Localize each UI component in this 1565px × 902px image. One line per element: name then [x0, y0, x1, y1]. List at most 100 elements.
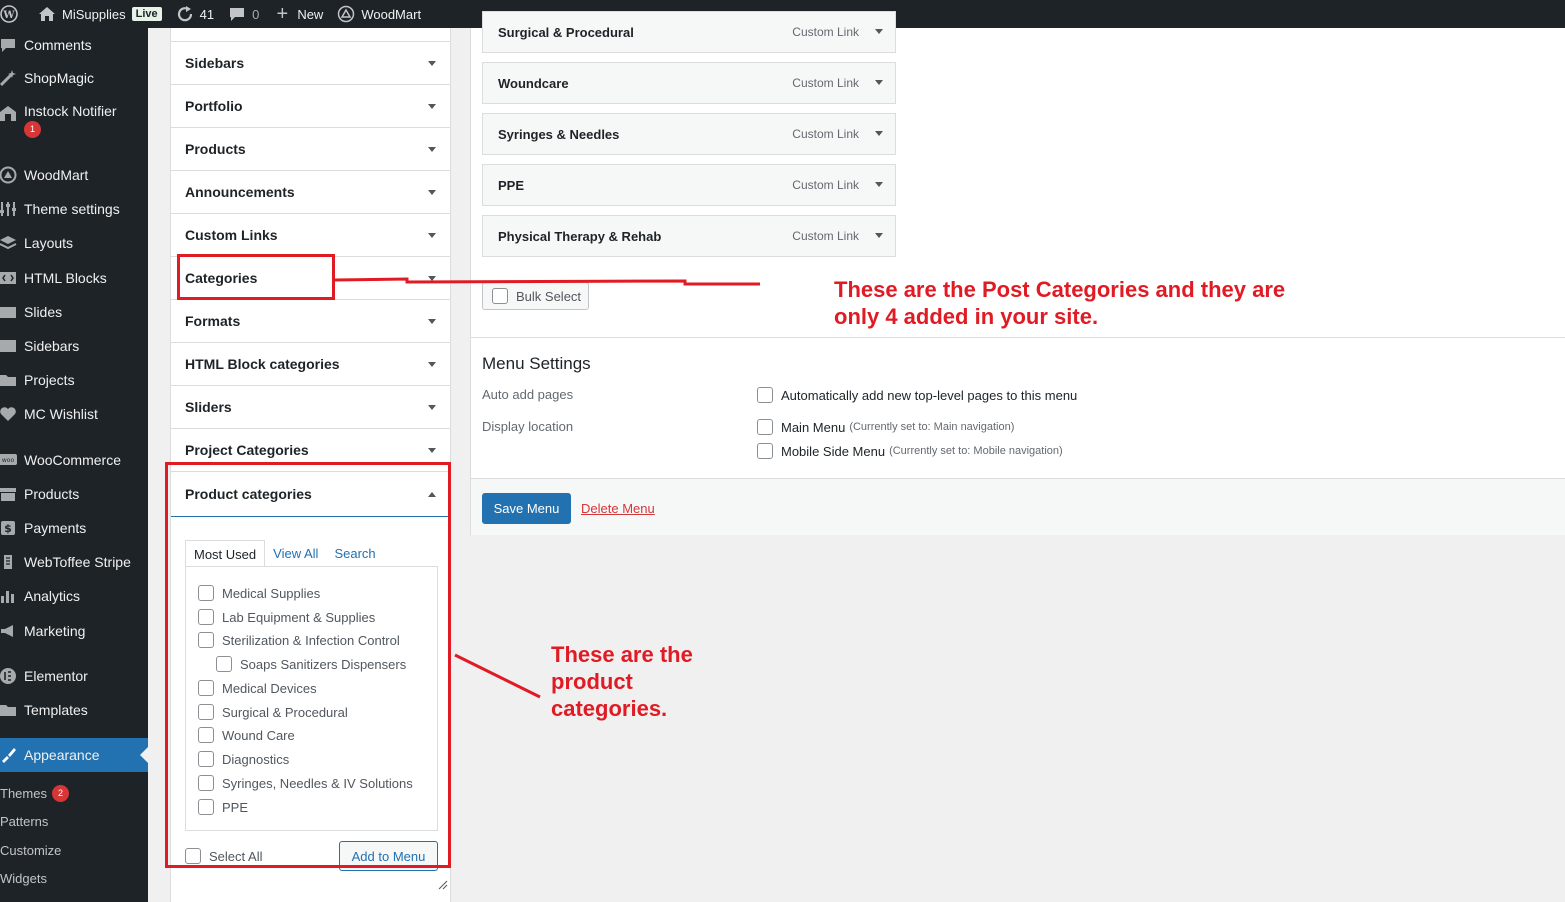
wand-icon: [0, 68, 18, 88]
sidebar-item-html-blocks[interactable]: HTML Blocks: [0, 261, 148, 295]
chevron-down-icon: [428, 447, 436, 453]
sidebar-item-label: Marketing: [24, 623, 86, 639]
chevron-down-icon[interactable]: [875, 131, 883, 136]
chevron-down-icon: [428, 189, 436, 195]
delete-menu-link[interactable]: Delete Menu: [581, 501, 655, 516]
sidebar-item-label: Products: [24, 486, 80, 502]
new-label: New: [297, 6, 324, 22]
woodmart-link[interactable]: WoodMart: [330, 0, 428, 28]
submenu-item-themes[interactable]: Themes 2: [0, 782, 69, 804]
annotation-product-categories: These are the product categories.: [551, 642, 693, 721]
save-menu-button[interactable]: Save Menu: [482, 493, 571, 524]
accordion-section-formats[interactable]: Formats: [171, 300, 450, 343]
chevron-down-icon[interactable]: [875, 29, 883, 34]
woodmart-icon: [337, 5, 355, 23]
menu-item-type: Custom Link: [792, 229, 859, 243]
sidebar-item-webtoffee-stripe[interactable]: WebToffee Stripe: [0, 545, 148, 579]
menu-item-row[interactable]: Woundcare Custom Link: [482, 62, 896, 104]
home-icon: [38, 5, 56, 23]
sidebar-item-products[interactable]: Products: [0, 477, 148, 511]
sidebar-item-label: Payments: [24, 520, 87, 536]
chevron-down-icon: [428, 404, 436, 410]
stripe-icon: [0, 552, 18, 572]
accordion-section-title: Formats: [185, 313, 241, 329]
checkbox[interactable]: [757, 419, 773, 435]
chevron-down-icon[interactable]: [875, 80, 883, 85]
submenu-item-patterns[interactable]: Patterns: [0, 810, 48, 832]
layers-icon: [0, 233, 18, 253]
comments-link[interactable]: 0: [221, 0, 266, 28]
auto-add-pages-option[interactable]: Automatically add new top-level pages to…: [757, 387, 1077, 403]
bar-chart-icon: [0, 586, 18, 606]
menu-item-row[interactable]: Physical Therapy & Rehab Custom Link: [482, 215, 896, 257]
annotation-arrow-product-categories: [454, 653, 541, 699]
menu-item-row[interactable]: PPE Custom Link: [482, 164, 896, 206]
accordion-section-sliders[interactable]: Sliders: [171, 386, 450, 429]
menu-item-type: Custom Link: [792, 178, 859, 192]
accordion-section-sidebars[interactable]: Sidebars: [171, 42, 450, 85]
sidebar-item-shopmagic[interactable]: ShopMagic: [0, 61, 148, 95]
sidebar-item-label: WooCommerce: [24, 452, 121, 468]
sidebar-item-mc-wishlist[interactable]: MC Wishlist: [0, 397, 148, 431]
chevron-down-icon[interactable]: [875, 182, 883, 187]
location-mobile-side-menu[interactable]: Mobile Side Menu (Currently set to: Mobi…: [757, 443, 1063, 459]
dollar-icon: $: [0, 518, 18, 538]
accordion-section-custom-links[interactable]: Custom Links: [171, 214, 450, 257]
sidebar-item-label: WoodMart: [24, 167, 89, 183]
checkbox[interactable]: [757, 443, 773, 459]
sidebar-item-elementor[interactable]: Elementor: [0, 659, 148, 693]
sidebar-item-marketing[interactable]: Marketing: [0, 614, 148, 648]
annotation-arrow-categories: [335, 277, 760, 286]
checkbox[interactable]: [757, 387, 773, 403]
chevron-down-icon: [428, 146, 436, 152]
active-menu-arrow: [140, 747, 148, 763]
accordion-section-announcements[interactable]: Announcements: [171, 171, 450, 214]
accordion-section-products[interactable]: Products: [171, 128, 450, 171]
folder-icon: [0, 370, 18, 390]
sidebar-item-label: Sidebars: [24, 338, 80, 354]
menu-settings-divider: [471, 337, 1565, 338]
sidebar-item-sidebars[interactable]: Sidebars: [0, 329, 148, 363]
accordion-section-html-block-categories[interactable]: HTML Block categories: [171, 343, 450, 386]
wordpress-logo[interactable]: W: [0, 0, 31, 28]
sidebar-item-projects[interactable]: Projects: [0, 363, 148, 397]
sidebar-item-payments[interactable]: $ Payments: [0, 511, 148, 545]
sidebar-item-label: Layouts: [24, 235, 74, 251]
sidebar-item-layouts[interactable]: Layouts: [0, 226, 148, 260]
submenu-item-customize[interactable]: Customize: [0, 839, 61, 861]
sidebar-item-label: Templates: [24, 702, 88, 718]
updates-link[interactable]: 41: [169, 0, 221, 28]
sidebar-item-theme-settings[interactable]: Theme settings: [0, 192, 148, 226]
sidebar-item-slides[interactable]: Slides: [0, 295, 148, 329]
sidebar-item-label: Theme settings: [24, 201, 120, 217]
svg-text:W: W: [2, 10, 15, 21]
comment-bubble-icon: [228, 5, 246, 23]
menu-item-row[interactable]: Surgical & Procedural Custom Link: [482, 11, 896, 53]
sidebar-item-templates[interactable]: Templates: [0, 693, 148, 727]
accordion-section-portfolio[interactable]: Portfolio: [171, 85, 450, 128]
menu-item-row[interactable]: Syringes & Needles Custom Link: [482, 113, 896, 155]
wordpress-icon: W: [0, 5, 18, 23]
menu-item-title: Surgical & Procedural: [498, 24, 634, 40]
sidebar-item-comments[interactable]: Comments: [0, 28, 148, 62]
sidebar-item-instock-notifier[interactable]: Instock Notifier 1: [0, 95, 148, 145]
sidebar-item-analytics[interactable]: Analytics: [0, 579, 148, 613]
site-name-link[interactable]: MiSupplies Live: [31, 0, 169, 28]
comments-icon: [0, 35, 18, 55]
sidebar-item-woodmart[interactable]: WoodMart: [0, 158, 148, 192]
checkbox[interactable]: [492, 288, 508, 304]
auto-add-pages-option-label: Automatically add new top-level pages to…: [781, 387, 1078, 403]
chevron-down-icon: [428, 361, 436, 367]
brush-icon: [0, 745, 18, 765]
submenu-item-label: Patterns: [0, 813, 49, 829]
location-main-menu[interactable]: Main Menu (Currently set to: Main naviga…: [757, 419, 1014, 435]
new-content-link[interactable]: + New: [266, 0, 330, 28]
sidebar-item-woocommerce[interactable]: woo WooCommerce: [0, 443, 148, 477]
accordion-section-title: Portfolio: [185, 98, 243, 114]
accordion-section-title: Project Categories: [185, 442, 309, 458]
location-label: Main Menu: [781, 419, 846, 435]
sidebar-item-appearance[interactable]: Appearance: [0, 738, 148, 772]
submenu-item-widgets[interactable]: Widgets: [0, 867, 47, 889]
resize-handle-icon[interactable]: [438, 878, 448, 890]
chevron-down-icon[interactable]: [875, 233, 883, 238]
